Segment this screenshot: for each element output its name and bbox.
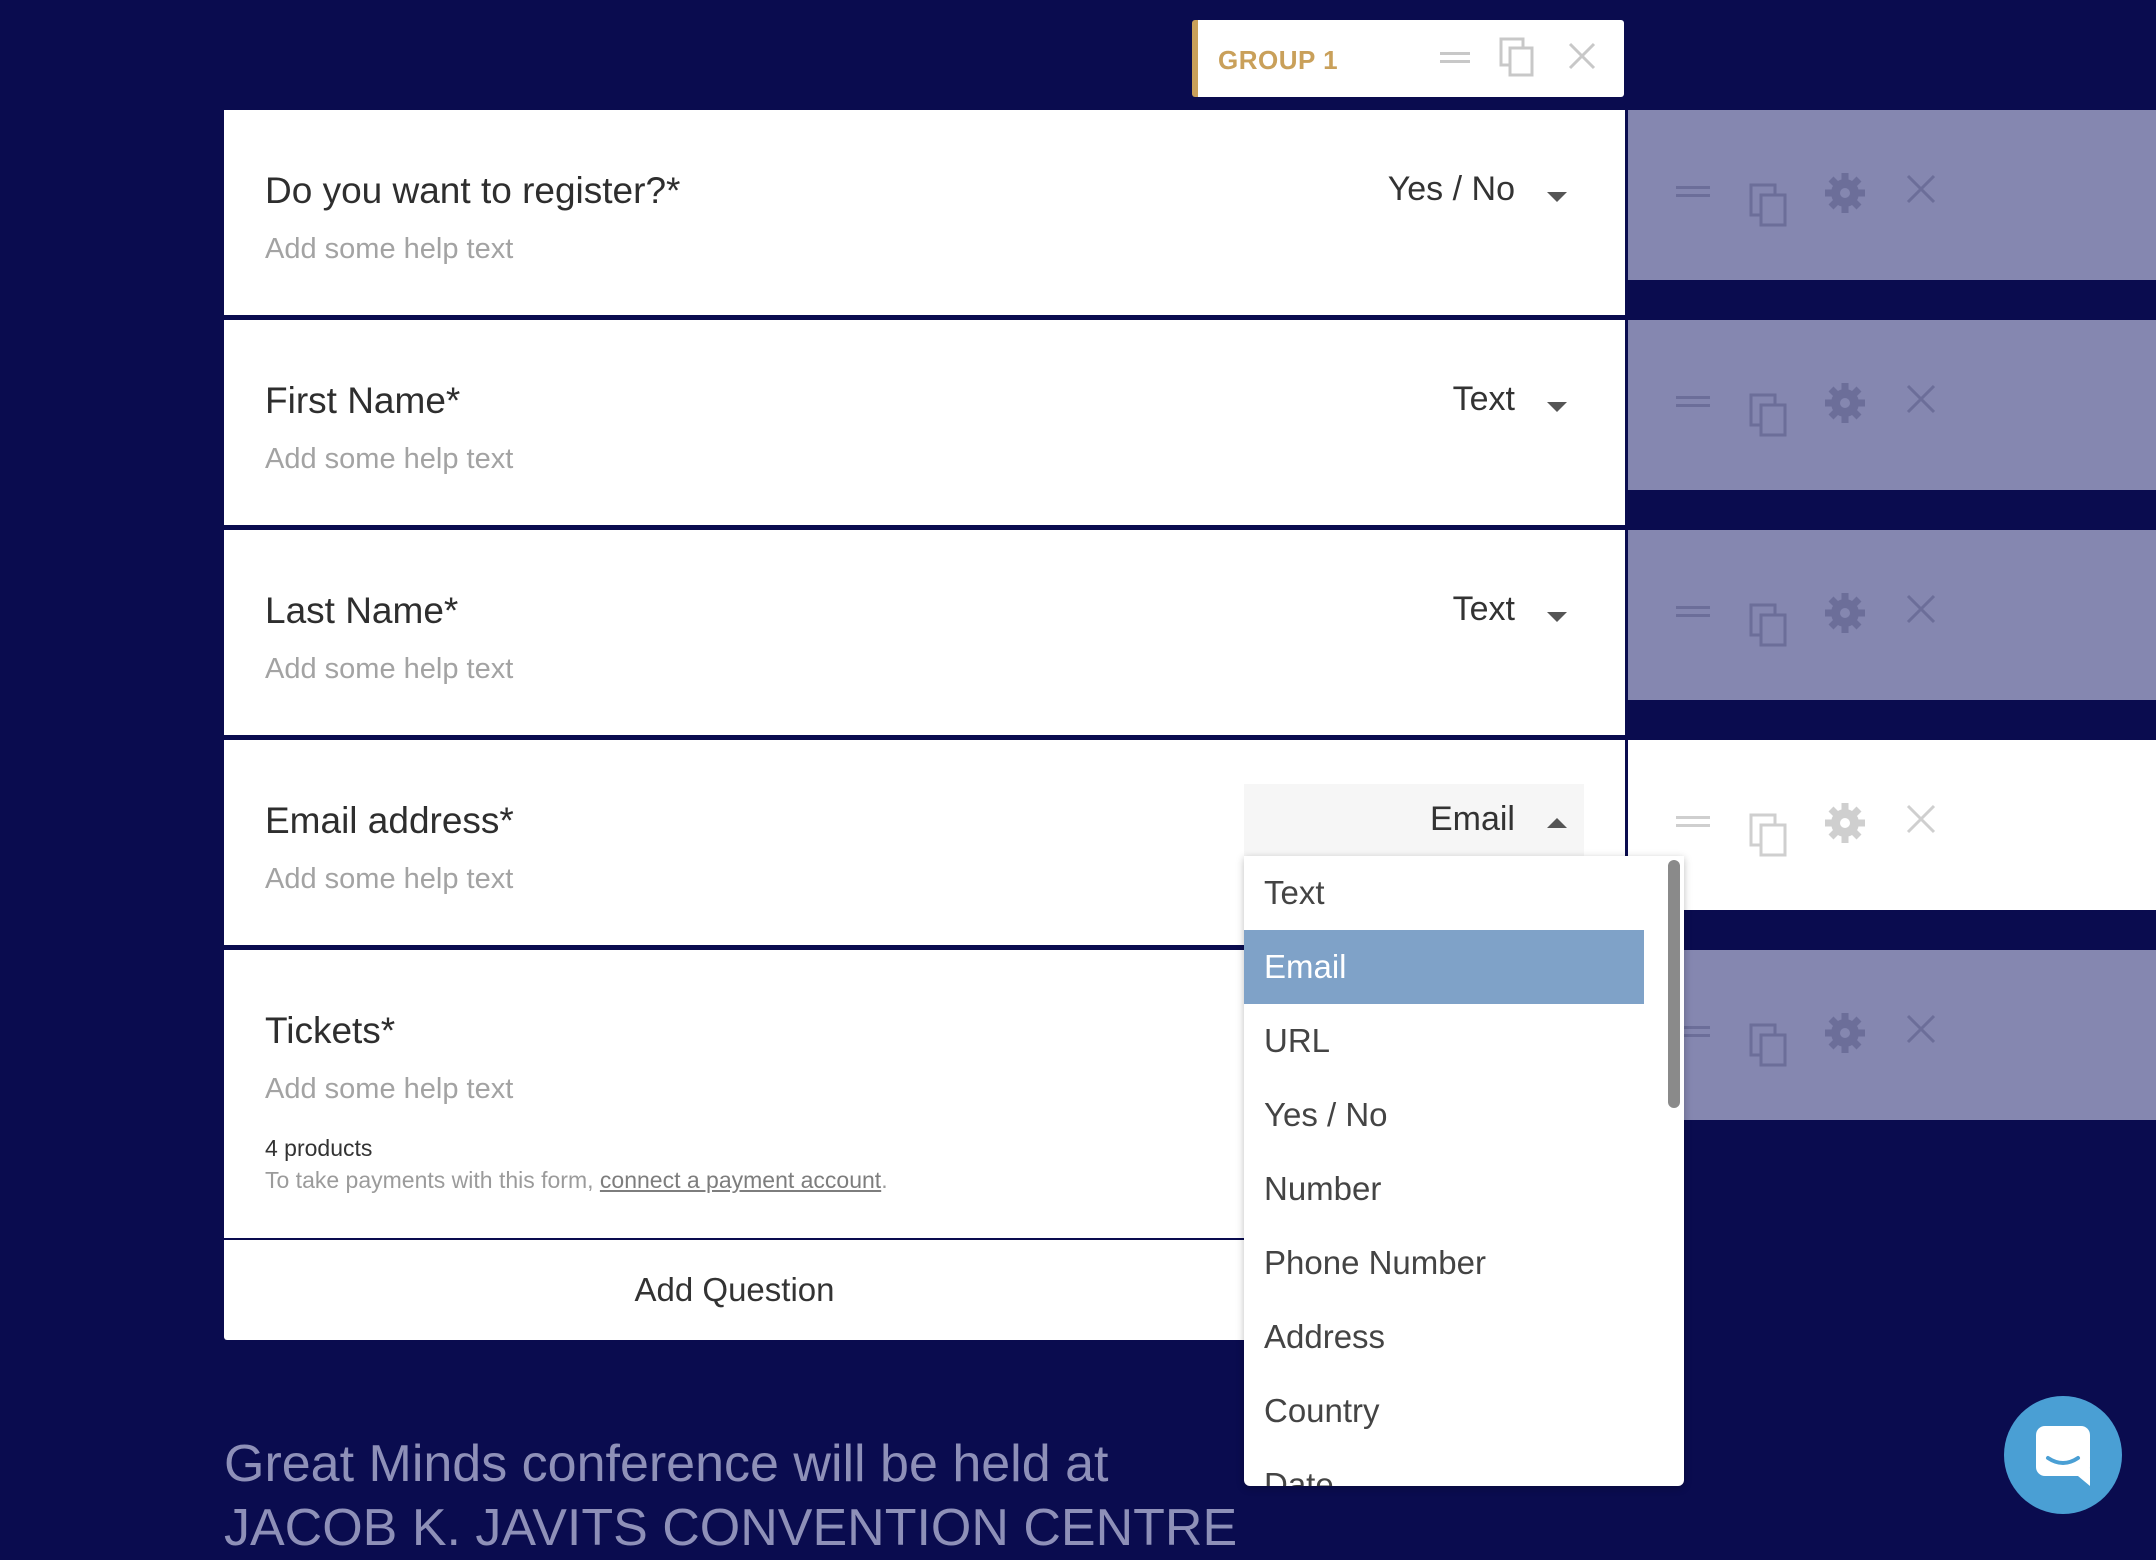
close-icon[interactable]: [1904, 172, 1938, 211]
chevron-down-icon[interactable]: [1547, 612, 1567, 622]
question-row[interactable]: First Name* Add some help text Text: [224, 320, 1625, 525]
close-icon[interactable]: [1904, 382, 1938, 421]
type-select-value[interactable]: Text: [1453, 590, 1515, 629]
question-toolbar: [1628, 530, 2156, 700]
payment-note-text: To take payments with this form,: [265, 1167, 600, 1193]
chevron-up-icon[interactable]: [1547, 818, 1567, 828]
duplicate-icon[interactable]: [1748, 602, 1790, 653]
connect-payment-link[interactable]: connect a payment account: [600, 1167, 881, 1193]
dropdown-option-selected[interactable]: Email: [1244, 930, 1644, 1004]
question-toolbar-active: [1628, 740, 2156, 910]
question-label[interactable]: Last Name*: [265, 590, 458, 632]
chevron-down-icon[interactable]: [1547, 192, 1567, 202]
help-text[interactable]: Add some help text: [265, 233, 513, 266]
settings-gear-icon[interactable]: [1824, 1012, 1866, 1059]
type-dropdown-menu[interactable]: Text Email URL Yes / No Number Phone Num…: [1244, 856, 1684, 1486]
question-label[interactable]: Do you want to register?*: [265, 170, 680, 212]
dropdown-option[interactable]: Yes / No: [1244, 1078, 1684, 1152]
settings-gear-icon[interactable]: [1824, 172, 1866, 219]
close-icon[interactable]: [1904, 1012, 1938, 1051]
question-label[interactable]: First Name*: [265, 380, 460, 422]
duplicate-icon[interactable]: [1498, 36, 1536, 83]
group-tab[interactable]: GROUP 1: [1192, 20, 1624, 97]
close-icon[interactable]: [1904, 802, 1938, 841]
chevron-down-icon[interactable]: [1547, 402, 1567, 412]
dropdown-option[interactable]: Text: [1244, 856, 1684, 930]
drag-handle-icon[interactable]: [1674, 382, 1712, 425]
help-text[interactable]: Add some help text: [265, 443, 513, 476]
dropdown-option[interactable]: URL: [1244, 1004, 1684, 1078]
question-toolbar: [1628, 320, 2156, 490]
help-text[interactable]: Add some help text: [265, 1073, 513, 1106]
dropdown-option[interactable]: Address: [1244, 1300, 1684, 1374]
question-toolbar: [1628, 110, 2156, 280]
settings-gear-icon[interactable]: [1824, 802, 1866, 849]
question-row[interactable]: Last Name* Add some help text Text: [224, 530, 1625, 735]
help-text[interactable]: Add some help text: [265, 863, 513, 896]
duplicate-icon[interactable]: [1748, 392, 1790, 443]
question-toolbar: [1628, 950, 2156, 1120]
type-select-value[interactable]: Yes / No: [1388, 170, 1515, 209]
settings-gear-icon[interactable]: [1824, 382, 1866, 429]
help-text[interactable]: Add some help text: [265, 653, 513, 686]
chat-button[interactable]: [2004, 1396, 2122, 1514]
drag-handle-icon[interactable]: [1674, 592, 1712, 635]
dropdown-scrollbar[interactable]: [1668, 860, 1680, 1108]
type-select[interactable]: [1244, 784, 1584, 866]
group-label: GROUP 1: [1218, 45, 1339, 75]
type-select-value[interactable]: Text: [1453, 380, 1515, 419]
drag-handle-icon[interactable]: [1438, 40, 1472, 79]
duplicate-icon[interactable]: [1748, 1022, 1790, 1073]
duplicate-icon[interactable]: [1748, 182, 1790, 233]
settings-gear-icon[interactable]: [1824, 592, 1866, 639]
event-line-1: Great Minds conference will be held at: [224, 1435, 1109, 1493]
chat-icon: [2036, 1426, 2090, 1486]
drag-handle-icon[interactable]: [1674, 172, 1712, 215]
duplicate-icon[interactable]: [1748, 812, 1790, 863]
question-label[interactable]: Email address*: [265, 800, 514, 842]
dropdown-option[interactable]: Date: [1244, 1448, 1684, 1486]
add-question-button[interactable]: Add Question: [224, 1240, 1245, 1340]
drag-handle-icon[interactable]: [1674, 802, 1712, 845]
question-row[interactable]: Do you want to register?* Add some help …: [224, 110, 1625, 315]
close-icon[interactable]: [1904, 592, 1938, 631]
dropdown-option[interactable]: Phone Number: [1244, 1226, 1684, 1300]
dropdown-option[interactable]: Country: [1244, 1374, 1684, 1448]
type-select-value[interactable]: Email: [1430, 800, 1515, 839]
question-label[interactable]: Tickets*: [265, 1010, 395, 1052]
payment-note-end: .: [881, 1167, 888, 1193]
event-description: Great Minds conference will be held at J…: [224, 1432, 1237, 1560]
close-icon[interactable]: [1566, 40, 1598, 77]
payment-note: To take payments with this form, connect…: [265, 1167, 888, 1194]
event-line-2: JACOB K. JAVITS CONVENTION CENTRE: [224, 1499, 1238, 1557]
products-count: 4 products: [265, 1135, 373, 1161]
dropdown-option[interactable]: Number: [1244, 1152, 1684, 1226]
